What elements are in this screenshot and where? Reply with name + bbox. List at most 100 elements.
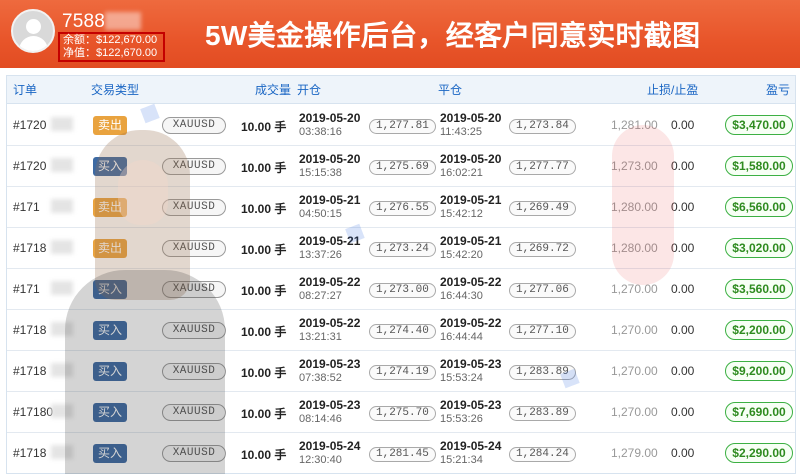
profit-pill: $7,690.00 (725, 402, 793, 422)
volume-value: 10.00 手 (241, 161, 287, 175)
header-banner: 7588 余额：$122,670.00 净值：$122,670.00 5W美金操… (0, 0, 800, 68)
take-profit-value: 0.00 (671, 159, 695, 173)
open-date: 2019-05-24 (299, 439, 361, 453)
take-profit-value: 0.00 (671, 405, 695, 419)
open-date: 2019-05-23 (299, 357, 361, 371)
table-row[interactable]: #1718 买入 XAUUSD 10.00 手 2019-05-24 12:30:40 1,… (7, 433, 795, 473)
order-id[interactable]: #171 (13, 200, 40, 214)
take-profit-value: 0.00 (671, 241, 695, 255)
stop-loss-value: 1,280.00 (611, 200, 658, 214)
profit-pill: $3,020.00 (725, 238, 793, 258)
close-price-pill: 1,273.84 (509, 119, 576, 134)
order-id-mask (51, 117, 73, 131)
trade-side-badge: 买入 (93, 157, 127, 176)
open-price-pill: 1,277.81 (369, 119, 436, 134)
open-price-pill: 1,276.55 (369, 201, 436, 216)
column-header-profit[interactable]: 盈亏 (766, 76, 790, 104)
avatar[interactable] (11, 9, 55, 53)
table-row[interactable]: #171 卖出 XAUUSD 10.00 手 2019-05-21 04:50:15 1,2… (7, 187, 795, 228)
close-date: 2019-05-24 (440, 439, 502, 453)
close-date: 2019-05-21 (440, 234, 502, 248)
close-time: 16:02:21 (440, 167, 483, 179)
stop-loss-value: 1,270.00 (611, 323, 658, 337)
order-id[interactable]: #1718 (13, 241, 46, 255)
trade-side-badge: 买入 (93, 362, 127, 381)
take-profit-value: 0.00 (671, 282, 695, 296)
table-row[interactable]: #1718 卖出 XAUUSD 10.00 手 2019-05-21 13:37:26 1,… (7, 228, 795, 269)
close-time: 11:43:25 (440, 126, 483, 138)
close-time: 15:42:12 (440, 208, 483, 220)
open-time: 07:38:52 (299, 372, 342, 384)
profit-pill: $2,200.00 (725, 320, 793, 340)
table-row[interactable]: #17180 买入 XAUUSD 10.00 手 2019-05-23 08:14:46 1… (7, 392, 795, 433)
close-time: 15:53:24 (440, 372, 483, 384)
volume-value: 10.00 手 (241, 120, 287, 134)
volume-value: 10.00 手 (241, 325, 287, 339)
symbol-pill: XAUUSD (162, 281, 226, 298)
symbol-pill: XAUUSD (162, 117, 226, 134)
order-id[interactable]: #171 (13, 282, 40, 296)
column-header-sl-tp[interactable]: 止损/止盈 (647, 76, 698, 104)
open-price-pill: 1,281.45 (369, 447, 436, 462)
profit-pill: $3,560.00 (725, 279, 793, 299)
column-header-order[interactable]: 订单 (13, 76, 37, 104)
stop-loss-value: 1,280.00 (611, 241, 658, 255)
open-date: 2019-05-21 (299, 234, 361, 248)
profit-pill: $3,470.00 (725, 115, 793, 135)
column-header-type[interactable]: 交易类型 (91, 76, 139, 104)
open-time: 13:37:26 (299, 249, 342, 261)
close-price-pill: 1,283.89 (509, 406, 576, 421)
open-price-pill: 1,274.40 (369, 324, 436, 339)
open-time: 08:14:46 (299, 413, 342, 425)
table-header: 订单 交易类型 成交量 开仓 平仓 止损/止盈 盈亏 (7, 76, 795, 104)
close-price-pill: 1,269.72 (509, 242, 576, 257)
table-row[interactable]: #1720 买入 XAUUSD 10.00 手 2019-05-20 15:15:38 1,… (7, 146, 795, 187)
close-date: 2019-05-21 (440, 193, 502, 207)
trade-history-table: 订单 交易类型 成交量 开仓 平仓 止损/止盈 盈亏 #1720 卖出 XAUUSD… (6, 75, 796, 474)
trade-side-badge: 买入 (93, 280, 127, 299)
order-id[interactable]: #1720 (13, 118, 46, 132)
order-id[interactable]: #1718 (13, 323, 46, 337)
take-profit-value: 0.00 (671, 118, 695, 132)
open-time: 12:30:40 (299, 454, 342, 466)
order-id[interactable]: #1720 (13, 159, 46, 173)
table-row[interactable]: #1720 卖出 XAUUSD 10.00 手 2019-05-20 03:38:16 1,… (7, 105, 795, 146)
stop-loss-value: 1,273.00 (611, 159, 658, 173)
symbol-pill: XAUUSD (162, 404, 226, 421)
symbol-pill: XAUUSD (162, 240, 226, 257)
table-row[interactable]: #171 买入 XAUUSD 10.00 手 2019-05-22 08:27:27 1,2… (7, 269, 795, 310)
profit-pill: $1,580.00 (725, 156, 793, 176)
take-profit-value: 0.00 (671, 364, 695, 378)
order-id-mask (51, 199, 73, 213)
open-time: 13:21:31 (299, 331, 342, 343)
symbol-pill: XAUUSD (162, 363, 226, 380)
open-price-pill: 1,275.70 (369, 406, 436, 421)
open-time: 08:27:27 (299, 290, 342, 302)
open-date: 2019-05-20 (299, 152, 361, 166)
volume-value: 10.00 手 (241, 366, 287, 380)
open-date: 2019-05-22 (299, 275, 361, 289)
order-id[interactable]: #1718 (13, 364, 46, 378)
column-header-close[interactable]: 平仓 (438, 76, 462, 104)
profit-pill: $9,200.00 (725, 361, 793, 381)
order-id[interactable]: #1718 (13, 446, 46, 460)
account-balance: 余额：$122,670.00 (63, 34, 158, 46)
close-time: 15:21:34 (440, 454, 483, 466)
volume-value: 10.00 手 (241, 407, 287, 421)
avatar-head-shape (26, 19, 41, 34)
profit-pill: $6,560.00 (725, 197, 793, 217)
open-date: 2019-05-23 (299, 398, 361, 412)
open-price-pill: 1,274.19 (369, 365, 436, 380)
open-date: 2019-05-21 (299, 193, 361, 207)
stop-loss-value: 1,281.00 (611, 118, 658, 132)
column-header-volume[interactable]: 成交量 (255, 76, 291, 104)
close-price-pill: 1,284.24 (509, 447, 576, 462)
stop-loss-value: 1,279.00 (611, 446, 658, 460)
table-row[interactable]: #1718 买入 XAUUSD 10.00 手 2019-05-22 13:21:31 1,… (7, 310, 795, 351)
order-id[interactable]: #17180 (13, 405, 53, 419)
close-price-pill: 1,277.10 (509, 324, 576, 339)
table-row[interactable]: #1718 买入 XAUUSD 10.00 手 2019-05-23 07:38:52 1,… (7, 351, 795, 392)
column-header-open[interactable]: 开仓 (297, 76, 321, 104)
volume-value: 10.00 手 (241, 202, 287, 216)
order-id-mask (51, 404, 73, 418)
